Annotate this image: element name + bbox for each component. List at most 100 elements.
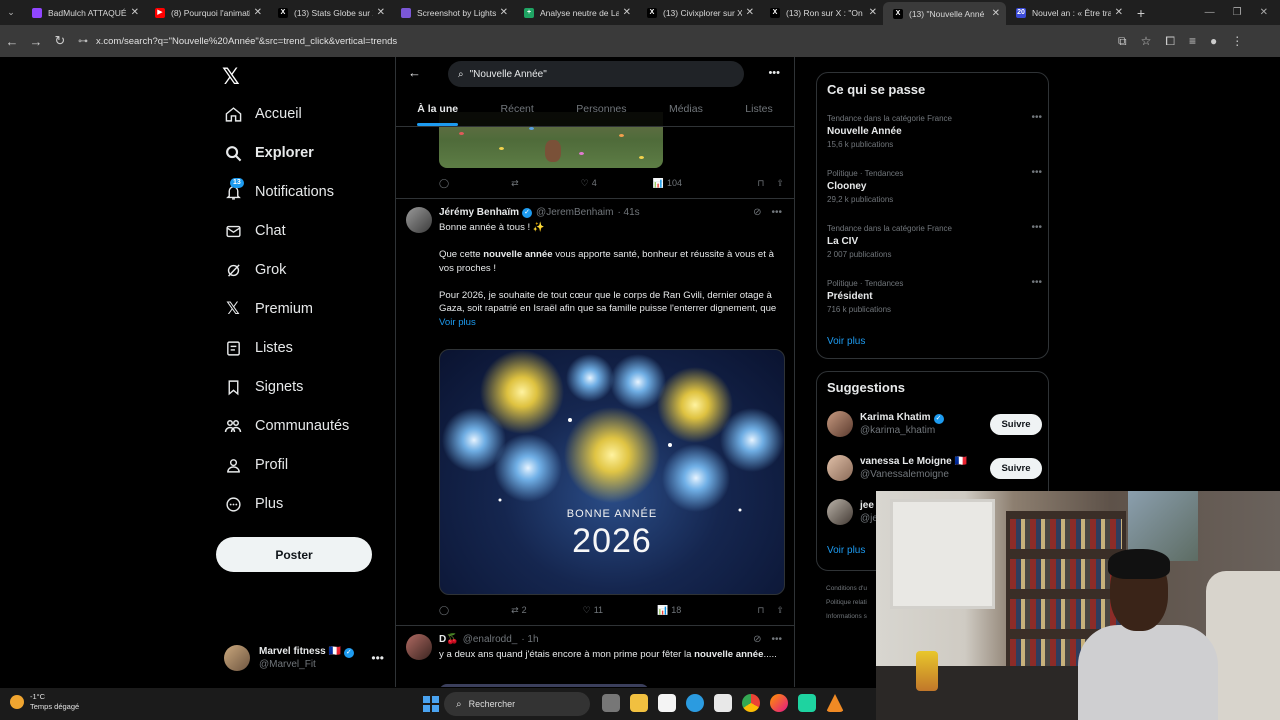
footer-link[interactable]: Politique relati xyxy=(826,596,867,610)
like-button[interactable]: ♡ 11 xyxy=(583,605,603,616)
weather-widget[interactable]: -1°C Temps dégagé xyxy=(10,692,79,712)
trend-item[interactable]: Tendance dans la catégorie France Nouvel… xyxy=(827,112,1042,149)
sidebar-item-chat[interactable]: Chat xyxy=(224,216,286,246)
avatar[interactable] xyxy=(406,634,432,660)
account-switcher[interactable]: Marvel fitness 🇫🇷 ✓ @Marvel_Fit ••• xyxy=(224,642,384,674)
search-options-icon[interactable]: ••• xyxy=(768,67,780,79)
tweet-time[interactable]: · 41s xyxy=(617,207,639,218)
bookmark-icon[interactable]: ⊓ xyxy=(757,178,764,189)
back-arrow-icon[interactable]: ← xyxy=(408,65,421,80)
document-icon[interactable] xyxy=(658,694,676,712)
browser-tab[interactable]: X (13) Ron sur X : "On a ✕ xyxy=(760,0,883,25)
views-button[interactable]: 📊 18 xyxy=(657,605,681,616)
sidebar-item-grok[interactable]: Grok xyxy=(224,255,286,285)
browser-tab[interactable]: BadMulch ATTAQUÉ ✕ xyxy=(22,0,145,25)
tab-latest[interactable]: Récent xyxy=(501,97,534,126)
trend-item[interactable]: Politique · Tendances Clooney 29,2 k pub… xyxy=(827,167,1042,204)
store-icon[interactable] xyxy=(714,694,732,712)
url-field[interactable]: ⊶ x.com/search?q="Nouvelle%20Année"&src=… xyxy=(78,29,1108,53)
site-info-icon[interactable]: ⊶ xyxy=(78,36,88,47)
reply-icon[interactable]: ◯ xyxy=(439,178,449,189)
reply-icon[interactable]: ◯ xyxy=(439,605,449,616)
sidebar-item-notifications[interactable]: 13 Notifications xyxy=(224,177,334,207)
tweet-author-name[interactable]: Jérémy Benhaïm xyxy=(439,207,519,218)
chat-app-icon[interactable] xyxy=(798,694,816,712)
share-icon[interactable]: ⇪ xyxy=(776,178,784,189)
sidebar-item-home[interactable]: Accueil xyxy=(224,99,302,129)
bookmark-icon[interactable]: ⊓ xyxy=(757,605,764,616)
vlc-icon[interactable] xyxy=(826,694,844,712)
trend-item[interactable]: Tendance dans la catégorie France La CIV… xyxy=(827,222,1042,259)
show-more-link[interactable]: Voir plus xyxy=(827,545,865,556)
file-explorer-icon[interactable] xyxy=(630,694,648,712)
minimize-icon[interactable]: — xyxy=(1205,7,1215,18)
close-tab-icon[interactable]: ✕ xyxy=(1115,7,1123,18)
browser-tab[interactable]: Screenshot by Lightsh ✕ xyxy=(391,0,514,25)
tweet-author-handle[interactable]: @JeremBenhaim xyxy=(536,207,613,218)
share-icon[interactable]: ⇪ xyxy=(776,605,784,616)
browser-tab[interactable]: + Analyse neutre de La ✕ xyxy=(514,0,637,25)
close-tab-icon[interactable]: ✕ xyxy=(992,8,1000,19)
forward-icon[interactable]: → xyxy=(24,34,48,49)
retweet-icon[interactable]: ⇄ xyxy=(511,178,519,189)
suggestion-item[interactable]: Karima Khatim ✓ @karima_khatim Suivre xyxy=(827,408,1042,440)
task-view-icon[interactable] xyxy=(602,694,620,712)
more-dots-icon[interactable]: ••• xyxy=(771,634,782,645)
follow-button[interactable]: Suivre xyxy=(990,457,1042,479)
show-more-link[interactable]: Voir plus xyxy=(439,316,784,330)
browser-tab[interactable]: X (13) Stats Globe sur X ✕ xyxy=(268,0,391,25)
new-tab-icon[interactable]: + xyxy=(1129,5,1153,21)
close-window-icon[interactable]: ✕ xyxy=(1260,7,1268,18)
close-tab-icon[interactable]: ✕ xyxy=(746,7,754,18)
more-dots-icon[interactable]: ••• xyxy=(1031,277,1042,288)
footer-link[interactable]: Conditions d'u xyxy=(826,582,867,596)
sidebar-item-explore[interactable]: Explorer xyxy=(224,138,314,168)
extensions-icon[interactable]: ⧠ xyxy=(1165,34,1175,49)
sidebar-item-communities[interactable]: Communautés xyxy=(224,411,349,441)
avatar[interactable] xyxy=(406,207,432,233)
follow-button[interactable]: Suivre xyxy=(990,413,1042,435)
suggestion-item[interactable]: vanessa Le Moigne 🇫🇷 @Vanessalemoigne Su… xyxy=(827,452,1042,484)
browser-tab-active[interactable]: X (13) "Nouvelle Anné ✕ xyxy=(883,2,1006,25)
sidebar-item-profile[interactable]: Profil xyxy=(224,450,288,480)
tab-top[interactable]: À la une xyxy=(417,97,458,126)
grok-icon[interactable]: ⊘ xyxy=(753,207,761,218)
post-button[interactable]: Poster xyxy=(216,537,372,572)
more-dots-icon[interactable]: ••• xyxy=(1031,167,1042,178)
reload-icon[interactable]: ↻ xyxy=(48,33,72,49)
sidebar-item-lists[interactable]: Listes xyxy=(224,333,293,363)
tab-search-icon[interactable]: ⌄ xyxy=(0,0,22,25)
search-input[interactable]: ⌕ "Nouvelle Année" xyxy=(448,61,744,87)
browser-tab[interactable]: 20 Nouvel an : « Être tra ✕ xyxy=(1006,0,1129,25)
tweet-author-handle[interactable]: @enalrodd_ xyxy=(463,634,518,645)
close-tab-icon[interactable]: ✕ xyxy=(377,7,385,18)
taskbar-search[interactable]: ⌕ Rechercher xyxy=(444,692,590,716)
browser-tab[interactable]: X (13) Civixplorer sur X ✕ xyxy=(637,0,760,25)
tweet-time[interactable]: · 1h xyxy=(521,634,538,645)
more-dots-icon[interactable]: ••• xyxy=(771,207,782,218)
browser-menu-icon[interactable]: ⋮ xyxy=(1231,34,1243,49)
tweet-media-image[interactable]: BONNE ANNÉE 2026 xyxy=(439,349,785,595)
more-dots-icon[interactable]: ••• xyxy=(1031,112,1042,123)
profile-avatar-icon[interactable]: ● xyxy=(1210,34,1217,49)
windows-start-icon[interactable] xyxy=(423,696,439,712)
close-tab-icon[interactable]: ✕ xyxy=(131,7,139,18)
x-logo-icon[interactable]: 𝕏 xyxy=(222,65,240,90)
browser-tab[interactable]: ▶ (8) Pourquoi l'animati ✕ xyxy=(145,0,268,25)
close-tab-icon[interactable]: ✕ xyxy=(623,7,631,18)
close-tab-icon[interactable]: ✕ xyxy=(254,7,262,18)
grok-icon[interactable]: ⊘ xyxy=(753,634,761,645)
tweet-media-image[interactable] xyxy=(439,684,649,687)
footer-link[interactable]: Informations s xyxy=(826,610,867,624)
trend-item[interactable]: Politique · Tendances Président 716 k pu… xyxy=(827,277,1042,314)
more-dots-icon[interactable]: ••• xyxy=(1031,222,1042,233)
sidebar-item-more[interactable]: Plus xyxy=(224,489,283,519)
maximize-icon[interactable]: ❐ xyxy=(1233,7,1242,18)
tab-lists[interactable]: Listes xyxy=(745,97,772,126)
media-icon[interactable]: ≡ xyxy=(1189,34,1196,49)
retweet-button[interactable]: ⇄ 2 xyxy=(511,605,527,616)
chrome-icon[interactable] xyxy=(742,694,760,712)
views-button[interactable]: 📊 104 xyxy=(653,178,682,189)
tab-people[interactable]: Personnes xyxy=(576,97,626,126)
cast-icon[interactable]: ⧉ xyxy=(1118,34,1127,49)
